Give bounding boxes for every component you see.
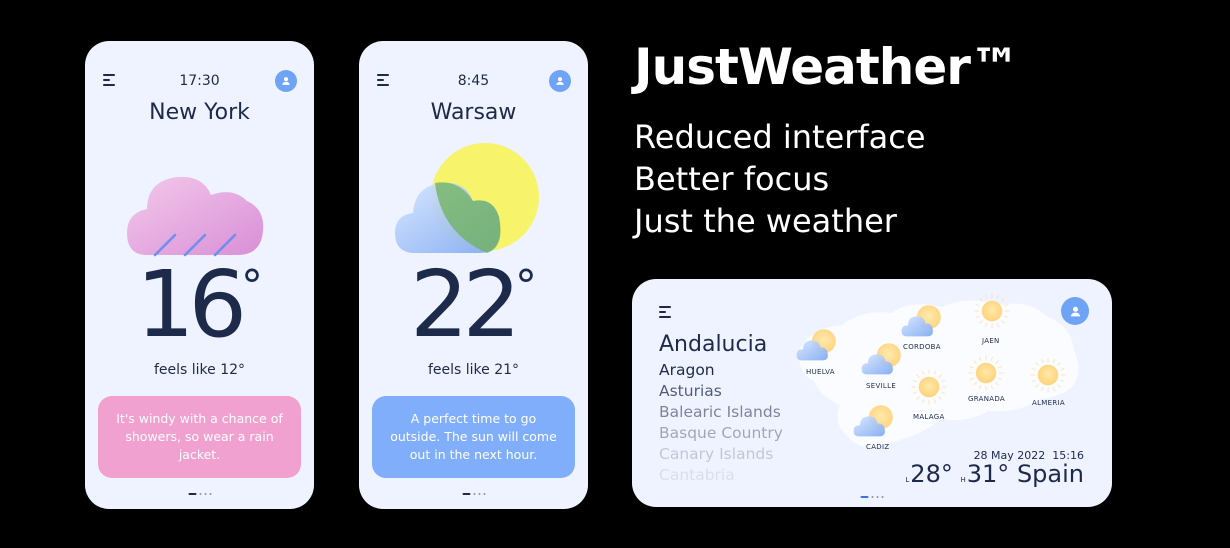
region-item[interactable]: Balearic Islands bbox=[659, 402, 783, 423]
page-indicator[interactable] bbox=[188, 493, 211, 495]
phone-screen-warsaw: 8:45 Warsaw 22° feels like 21° A perfect… bbox=[359, 41, 588, 509]
region-item[interactable]: Canary Islands bbox=[659, 444, 783, 465]
brand-title: JustWeather™ bbox=[634, 38, 1020, 96]
city-name: New York bbox=[149, 100, 250, 125]
temperature-value: 16 bbox=[135, 251, 247, 358]
temperature: 16° bbox=[85, 259, 314, 351]
rain-cloud-icon bbox=[127, 176, 264, 257]
region-item[interactable]: Asturias bbox=[659, 381, 783, 402]
degree-symbol: ° bbox=[515, 261, 538, 312]
sun-icon bbox=[1026, 353, 1070, 397]
page-indicator[interactable] bbox=[860, 496, 884, 498]
high-marker: H bbox=[960, 476, 966, 484]
sun-cloud-icon bbox=[852, 401, 900, 443]
feels-like-text: feels like 21° bbox=[427, 362, 520, 378]
city-label-granada[interactable]: GRANADA bbox=[968, 395, 1005, 403]
feels-like-text: feels like 12° bbox=[153, 362, 246, 378]
tagline-2: Better focus bbox=[634, 160, 830, 198]
tagline-1: Reduced interface bbox=[634, 118, 926, 156]
region-list: Aragon Asturias Balearic Islands Basque … bbox=[659, 360, 783, 486]
city-label-cordoba[interactable]: CORDOBA bbox=[903, 343, 941, 351]
phone-screen-new-york: 17:30 New York 16° feels like 12° It's w… bbox=[85, 41, 314, 509]
region-item[interactable]: Cantabria bbox=[659, 465, 783, 486]
low-temp: 28° bbox=[910, 460, 953, 488]
sun-cloud-icon bbox=[395, 143, 539, 253]
city-label-jaen[interactable]: JAEN bbox=[982, 337, 1000, 345]
weather-message-card: A perfect time to go outside. The sun wi… bbox=[372, 396, 575, 478]
low-marker: L bbox=[905, 476, 910, 484]
weather-message-card: It's windy with a chance of showers, so … bbox=[98, 396, 301, 478]
tagline-3: Just the weather bbox=[634, 202, 897, 240]
sun-icon bbox=[907, 365, 951, 409]
city-name: Warsaw bbox=[430, 100, 517, 125]
user-icon[interactable] bbox=[275, 70, 297, 92]
city-label-almeria[interactable]: ALMERIA bbox=[1032, 399, 1065, 407]
sun-icon bbox=[970, 289, 1014, 333]
sun-cloud-icon bbox=[900, 301, 948, 343]
temperature: 22° bbox=[359, 259, 588, 351]
city-label-cadiz[interactable]: CADIZ bbox=[866, 443, 889, 451]
temperature-summary: L28° H31° Spain bbox=[905, 460, 1084, 488]
high-temp: 31° bbox=[966, 460, 1010, 488]
region-item[interactable]: Aragon bbox=[659, 360, 783, 381]
sun-cloud-icon bbox=[860, 339, 908, 381]
selected-region[interactable]: Andalucia bbox=[659, 332, 767, 357]
city-label-huelva[interactable]: HUELVA bbox=[806, 368, 835, 376]
city-label-malaga[interactable]: MALAGA bbox=[913, 413, 945, 421]
user-icon[interactable] bbox=[549, 70, 571, 92]
region-map-card: Andalucia Aragon Asturias Balearic Islan… bbox=[632, 279, 1112, 507]
city-label-seville[interactable]: SEVILLE bbox=[866, 382, 896, 390]
country-name: Spain bbox=[1016, 460, 1084, 488]
page-indicator[interactable] bbox=[462, 493, 485, 495]
region-item[interactable]: Basque Country bbox=[659, 423, 783, 444]
sun-icon bbox=[964, 351, 1008, 395]
sun-cloud-icon bbox=[795, 325, 843, 367]
temperature-value: 22 bbox=[409, 251, 521, 358]
menu-icon[interactable] bbox=[659, 306, 673, 318]
degree-symbol: ° bbox=[241, 261, 264, 312]
